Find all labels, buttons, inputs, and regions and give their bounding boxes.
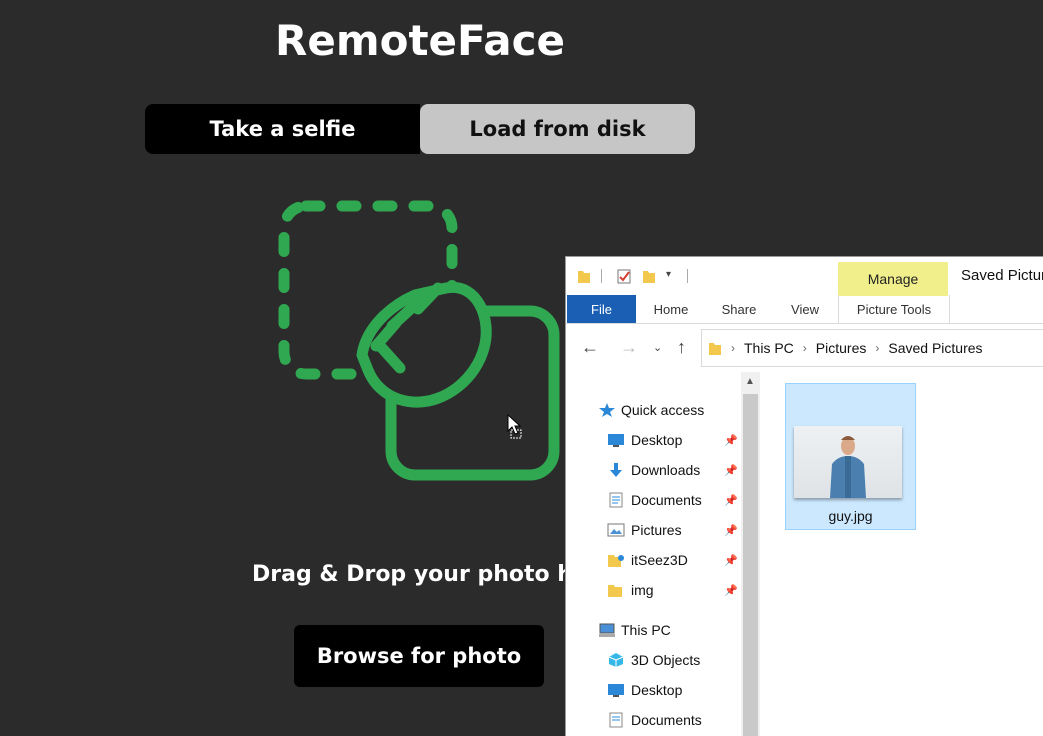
nav-scrollbar[interactable]: ▲ — [741, 372, 760, 736]
drag-drop-icon — [278, 200, 560, 481]
tab-view[interactable]: View — [784, 295, 826, 323]
scroll-up-icon[interactable]: ▲ — [745, 376, 755, 387]
source-toggle: Take a selfie Load from disk — [145, 104, 695, 154]
tab-load-from-disk[interactable]: Load from disk — [420, 104, 695, 154]
chevron-right-icon: › — [802, 341, 807, 355]
desktop-icon — [608, 434, 624, 447]
nav-item-pc-desktop[interactable]: Desktop — [566, 675, 741, 705]
tab-picture-tools[interactable]: Picture Tools — [838, 295, 950, 323]
breadcrumb-this-pc[interactable]: This PC — [744, 340, 794, 356]
recent-locations-chevron-icon[interactable]: ⌄ — [653, 341, 662, 354]
pictures-icon — [607, 523, 625, 537]
tab-take-selfie[interactable]: Take a selfie — [145, 104, 420, 154]
properties-icon[interactable] — [616, 268, 632, 284]
navigation-pane: Quick access Desktop 📌 Downloads 📌 Docum… — [566, 372, 741, 736]
drop-instruction: Drag & Drop your photo he — [252, 562, 588, 587]
forward-arrow-icon[interactable]: → — [620, 337, 638, 358]
nav-item-3d-objects[interactable]: 3D Objects — [566, 645, 741, 675]
divider — [601, 269, 602, 283]
nav-this-pc[interactable]: This PC — [566, 615, 741, 645]
nav-label: Documents — [631, 712, 702, 728]
download-icon — [610, 463, 622, 477]
tab-share[interactable]: Share — [716, 295, 762, 323]
file-explorer-window: ▾ Manage Saved Pictur File Home Share Vi… — [565, 256, 1043, 736]
breadcrumb-saved-pictures[interactable]: Saved Pictures — [888, 340, 982, 356]
nav-label: Documents — [631, 492, 702, 508]
nav-item-desktop[interactable]: Desktop 📌 — [566, 425, 741, 455]
app-title: RemoteFace — [275, 16, 565, 65]
photo-thumbnail — [794, 426, 902, 498]
breadcrumb-pictures[interactable]: Pictures — [816, 340, 867, 356]
ribbon-tabs: File Home Share View Picture Tools — [566, 295, 1043, 324]
nav-label: 3D Objects — [631, 652, 701, 668]
nav-label: Pictures — [631, 522, 682, 538]
nav-label: Desktop — [631, 432, 683, 448]
star-icon — [599, 403, 615, 417]
pin-icon[interactable]: 📌 — [724, 554, 738, 567]
person-photo — [830, 436, 866, 498]
nav-item-itseez3d[interactable]: itSeez3D 📌 — [566, 545, 741, 575]
chevron-right-icon: › — [875, 341, 880, 355]
desktop-icon — [608, 684, 624, 697]
pin-icon[interactable]: 📌 — [724, 494, 738, 507]
navigation-bar: ← → ⌄ ↑ › This PC › Pictures › Saved Pic… — [566, 327, 1043, 367]
folder-icon — [578, 271, 590, 283]
pin-icon[interactable]: 📌 — [724, 524, 738, 537]
folder-icon — [608, 585, 622, 597]
up-arrow-icon[interactable]: ↑ — [677, 337, 686, 358]
nav-item-img[interactable]: img 📌 — [566, 575, 741, 605]
3d-objects-icon — [608, 653, 624, 667]
nav-item-documents[interactable]: Documents 📌 — [566, 485, 741, 515]
divider — [687, 269, 688, 283]
address-bar[interactable]: › This PC › Pictures › Saved Pictures — [701, 329, 1043, 367]
nav-label: img — [631, 582, 654, 598]
nav-item-pc-documents[interactable]: Documents — [566, 705, 741, 735]
window-title: Saved Pictur — [961, 267, 1043, 284]
browse-button[interactable]: Browse for photo — [294, 625, 544, 687]
pin-icon[interactable]: 📌 — [724, 434, 738, 447]
documents-icon — [609, 492, 623, 508]
scrollbar-thumb[interactable] — [743, 394, 758, 736]
nav-label: Quick access — [621, 402, 705, 418]
file-name: guy.jpg — [828, 508, 873, 524]
pin-icon[interactable]: 📌 — [724, 584, 738, 597]
chevron-right-icon: › — [731, 341, 735, 355]
nav-label: itSeez3D — [631, 552, 688, 568]
documents-icon — [609, 712, 623, 728]
manage-tab[interactable]: Manage — [838, 262, 948, 296]
mouse-cursor-icon — [507, 414, 522, 439]
tab-home[interactable]: Home — [646, 295, 696, 323]
nav-label: Desktop — [631, 682, 683, 698]
new-folder-icon[interactable] — [642, 268, 656, 284]
nav-label: This PC — [621, 622, 671, 638]
nav-item-downloads[interactable]: Downloads 📌 — [566, 455, 741, 485]
chevron-down-icon[interactable]: ▾ — [666, 269, 671, 280]
nav-quick-access[interactable]: Quick access — [566, 395, 741, 425]
computer-icon — [599, 623, 615, 637]
pin-icon[interactable]: 📌 — [724, 464, 738, 477]
file-item[interactable]: guy.jpg — [785, 383, 916, 530]
back-arrow-icon[interactable]: ← — [581, 337, 599, 358]
folder-icon — [709, 343, 721, 355]
folder-icon — [608, 555, 624, 567]
tab-file[interactable]: File — [567, 295, 636, 323]
nav-label: Downloads — [631, 462, 701, 478]
nav-item-pictures[interactable]: Pictures 📌 — [566, 515, 741, 545]
